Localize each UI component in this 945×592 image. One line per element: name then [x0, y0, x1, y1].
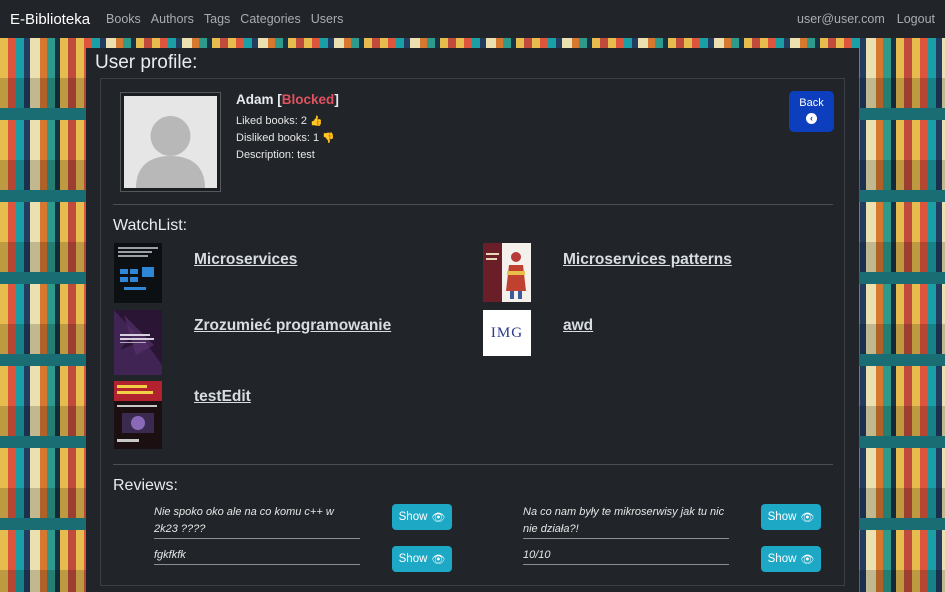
disliked-books: Disliked books: 1 👎 — [236, 132, 335, 144]
navbar: E-Biblioteka Books Authors Tags Categori… — [0, 0, 945, 38]
brand-link[interactable]: E-Biblioteka — [10, 11, 90, 28]
show-review-button[interactable]: Show 👁 — [392, 546, 452, 572]
avatar — [120, 92, 221, 192]
watchlist-link-awd[interactable]: awd — [563, 317, 593, 335]
book-cover-awd[interactable]: IMG — [483, 310, 531, 356]
show-review-button[interactable]: Show 👁 — [392, 504, 452, 530]
nav-users[interactable]: Users — [311, 12, 344, 26]
back-button[interactable]: Back ‹ — [789, 91, 834, 132]
liked-books: Liked books: 2 👍 — [236, 115, 322, 127]
logout-link[interactable]: Logout — [897, 12, 935, 26]
user-email-link[interactable]: user@user.com — [797, 12, 885, 26]
back-button-label: Back — [799, 97, 824, 109]
eye-icon: 👁 — [431, 553, 446, 566]
divider-profile — [113, 204, 833, 205]
watchlist-link-zrozumiec-programowanie[interactable]: Zrozumieć programowanie — [194, 317, 391, 335]
show-review-button[interactable]: Show 👁 — [761, 504, 821, 530]
book-cover-image — [114, 310, 162, 375]
reviews-title: Reviews: — [113, 477, 178, 494]
watchlist-title: WatchList: — [113, 217, 188, 234]
watchlist-link-testedit[interactable]: testEdit — [194, 388, 251, 406]
eye-icon: 👁 — [800, 553, 815, 566]
review-text: Nie spoko oko ale na co komu c++ w 2k23 … — [154, 504, 360, 539]
book-cover-image — [483, 243, 531, 302]
liked-books-text: Liked books: 2 — [236, 115, 307, 127]
nav-books[interactable]: Books — [106, 12, 141, 26]
img-placeholder-icon: IMG — [490, 324, 524, 341]
book-cover-zrozumiec-programowanie[interactable] — [114, 310, 162, 375]
show-button-label: Show — [767, 511, 797, 523]
profile-card: Adam [Blocked] Liked books: 2 👍 Disliked … — [100, 78, 845, 586]
thumbs-up-icon: 👍 — [309, 116, 323, 127]
status-close-bracket: ] — [334, 92, 339, 107]
page-title: User profile: — [95, 52, 198, 73]
description: Description: test — [236, 149, 315, 161]
eye-icon: 👁 — [431, 511, 446, 524]
disliked-books-text: Disliked books: 1 — [236, 132, 320, 144]
book-cover-microservices-patterns[interactable] — [483, 243, 531, 302]
user-placeholder-icon — [124, 96, 217, 188]
review-text: 10/10 — [523, 547, 729, 565]
show-button-label: Show — [398, 511, 428, 523]
status-badge: Blocked — [281, 92, 335, 107]
show-button-label: Show — [398, 553, 428, 565]
thumbs-down-icon: 👎 — [322, 133, 335, 144]
user-name: Adam [Blocked] — [236, 92, 339, 107]
nav-tags[interactable]: Tags — [204, 12, 230, 26]
watchlist-link-microservices[interactable]: Microservices — [194, 251, 297, 269]
main-container: User profile: Adam [Blocked] Liked books… — [86, 48, 859, 592]
review-text: Na co nam były te mikroserwisy jak tu ni… — [523, 504, 729, 539]
nav-authors[interactable]: Authors — [151, 12, 194, 26]
watchlist-link-microservices-patterns[interactable]: Microservices patterns — [563, 251, 732, 269]
book-cover-microservices[interactable] — [114, 243, 162, 303]
show-button-label: Show — [767, 553, 797, 565]
show-review-button[interactable]: Show 👁 — [761, 546, 821, 572]
review-text: fgkfkfk — [154, 547, 360, 565]
nav-right: user@user.com Logout — [785, 12, 935, 26]
chevron-left-icon: ‹ — [806, 113, 817, 124]
user-name-text: Adam — [236, 92, 274, 107]
book-cover-testedit[interactable] — [114, 381, 162, 449]
nav-categories[interactable]: Categories — [240, 12, 300, 26]
eye-icon: 👁 — [800, 511, 815, 524]
divider-watchlist — [113, 464, 833, 465]
book-cover-image — [114, 243, 162, 303]
book-cover-image — [114, 381, 162, 449]
